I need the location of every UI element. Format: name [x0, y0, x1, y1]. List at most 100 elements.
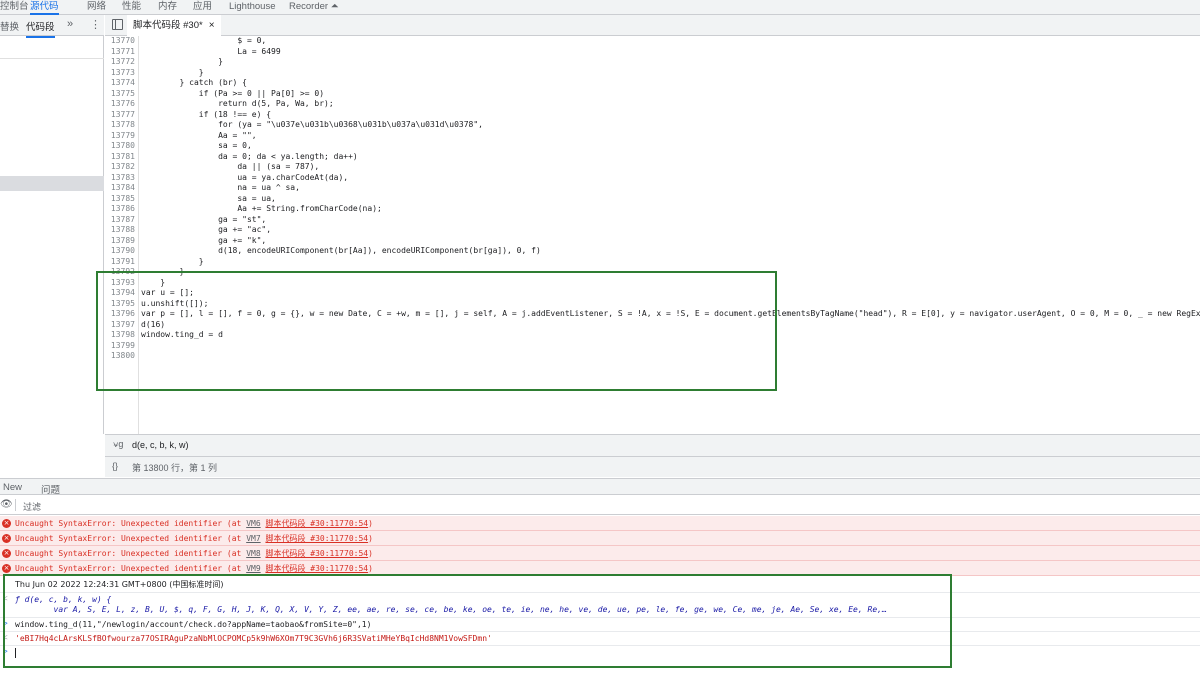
code-line[interactable]: da || (sa = 787),	[141, 162, 319, 173]
file-tab-label: 脚本代码段 #30*	[133, 20, 203, 31]
editor-tabs: 脚本代码段 #30* ×	[105, 15, 1200, 36]
code-line[interactable]: d(18, encodeURIComponent(br[Aa]), encode…	[141, 246, 541, 257]
tab-application[interactable]: 应用	[193, 0, 212, 15]
close-icon[interactable]: ×	[209, 20, 215, 31]
tab-console[interactable]: 控制台	[0, 0, 29, 15]
line-number[interactable]: 13770	[111, 36, 135, 47]
line-number[interactable]: 13783	[111, 173, 135, 184]
snippet-link[interactable]: 脚本代码段 #30:11770:54	[265, 534, 368, 543]
tab-issues[interactable]: 问题	[41, 482, 60, 496]
highlight-box-code	[96, 271, 777, 391]
console-error-message: × Uncaught SyntaxError: Unexpected ident…	[0, 531, 1200, 546]
pretty-print-icon[interactable]: {}	[112, 461, 118, 471]
error-icon: ×	[2, 519, 11, 528]
source-link[interactable]: VM7	[246, 534, 260, 543]
editor-file-tab[interactable]: 脚本代码段 #30* ×	[127, 15, 221, 36]
code-line[interactable]: }	[141, 257, 204, 268]
highlight-box-console	[3, 574, 952, 668]
code-line[interactable]: Aa += String.fromCharCode(na);	[141, 204, 382, 215]
error-text: Uncaught SyntaxError: Unexpected identif…	[15, 534, 247, 543]
code-line[interactable]: }	[141, 57, 223, 68]
code-line[interactable]: if (18 !== e) {	[141, 110, 271, 121]
selected-snippet-row[interactable]	[0, 176, 104, 191]
code-line[interactable]: ga += "ac",	[141, 225, 271, 236]
line-number[interactable]: 13785	[111, 194, 135, 205]
code-line[interactable]: ga += "k",	[141, 236, 266, 247]
more-tabs-icon[interactable]: »	[67, 18, 73, 30]
code-line[interactable]: $ = 0,	[141, 36, 266, 47]
devtools-panel-tabs: 控制台 源代码 网络 性能 内存 应用 Lighthouse Recorder …	[0, 0, 1200, 15]
line-number[interactable]: 13780	[111, 141, 135, 152]
line-number[interactable]: 13788	[111, 225, 135, 236]
code-line[interactable]: sa = ua,	[141, 194, 276, 205]
navigator-tabs: 替换 代码段 » ⋮	[0, 15, 104, 38]
line-number[interactable]: 13774	[111, 78, 135, 89]
search-query[interactable]: d(e, c, b, k, w)	[132, 440, 189, 450]
error-suffix: )	[368, 534, 373, 543]
line-number[interactable]: 13789	[111, 236, 135, 247]
line-number[interactable]: 13776	[111, 99, 135, 110]
snippet-link[interactable]: 脚本代码段 #30:11770:54	[265, 549, 368, 558]
tab-new[interactable]: New	[3, 482, 22, 493]
line-number[interactable]: 13786	[111, 204, 135, 215]
error-suffix: )	[368, 519, 373, 528]
line-number[interactable]: 13778	[111, 120, 135, 131]
code-line[interactable]: ga = "st",	[141, 215, 266, 226]
line-number[interactable]: 13781	[111, 152, 135, 163]
line-number[interactable]: 13775	[111, 89, 135, 100]
line-number[interactable]: 13773	[111, 68, 135, 79]
code-line[interactable]: ua = ya.charCodeAt(da),	[141, 173, 348, 184]
snippet-link[interactable]: 脚本代码段 #30:11770:54	[265, 564, 368, 573]
source-link[interactable]: VM6	[246, 519, 260, 528]
code-line[interactable]: } catch (br) {	[141, 78, 247, 89]
editor-search-bar: ⍱g d(e, c, b, k, w)	[105, 434, 1200, 456]
code-line[interactable]: return d(5, Pa, Wa, br);	[141, 99, 334, 110]
code-line[interactable]: for (ya = "\u037e\u031b\u0368\u031b\u037…	[141, 120, 483, 131]
tab-network[interactable]: 网络	[87, 0, 106, 15]
console-error-message: × Uncaught SyntaxError: Unexpected ident…	[0, 546, 1200, 561]
console-error-message: × Uncaught SyntaxError: Unexpected ident…	[0, 516, 1200, 531]
snippet-link[interactable]: 脚本代码段 #30:11770:54	[265, 519, 368, 528]
code-line[interactable]: sa = 0,	[141, 141, 252, 152]
source-link[interactable]: VM9	[246, 564, 260, 573]
code-line[interactable]: Aa = "",	[141, 131, 257, 142]
toggle-navigator-icon[interactable]	[112, 19, 123, 30]
tab-overrides[interactable]: 替换	[0, 19, 19, 33]
code-line[interactable]: na = ua ^ sa,	[141, 183, 300, 194]
source-link[interactable]: VM8	[246, 549, 260, 558]
tab-sources[interactable]: 源代码	[30, 0, 59, 15]
code-line[interactable]: }	[141, 68, 204, 79]
tab-snippets[interactable]: 代码段	[26, 19, 55, 38]
tab-performance[interactable]: 性能	[122, 0, 141, 15]
tab-memory[interactable]: 内存	[158, 0, 177, 15]
line-number[interactable]: 13772	[111, 57, 135, 68]
tab-recorder[interactable]: Recorder ⏶	[289, 0, 338, 15]
line-number[interactable]: 13791	[111, 257, 135, 268]
code-line[interactable]: if (Pa >= 0 || Pa[0] >= 0)	[141, 89, 324, 100]
regex-case-icon[interactable]: ⍱g	[113, 439, 123, 450]
error-text: Uncaught SyntaxError: Unexpected identif…	[15, 549, 247, 558]
error-text: Uncaught SyntaxError: Unexpected identif…	[15, 519, 247, 528]
divider	[0, 58, 104, 59]
error-text: Uncaught SyntaxError: Unexpected identif…	[15, 564, 247, 573]
line-number[interactable]: 13787	[111, 215, 135, 226]
line-number[interactable]: 13784	[111, 183, 135, 194]
code-line[interactable]: La = 6499	[141, 47, 280, 58]
error-suffix: )	[368, 564, 373, 573]
line-number[interactable]: 13779	[111, 131, 135, 142]
filter-input[interactable]: 过滤	[23, 500, 41, 513]
line-number[interactable]: 13777	[111, 110, 135, 121]
line-number[interactable]: 13771	[111, 47, 135, 58]
navigator-menu-icon[interactable]: ⋮	[90, 18, 101, 31]
eye-icon[interactable]: 👁	[0, 499, 13, 510]
cursor-position: 第 13800 行，第 1 列	[132, 463, 218, 473]
error-icon: ×	[2, 564, 11, 573]
error-icon: ×	[2, 534, 11, 543]
line-number[interactable]: 13782	[111, 162, 135, 173]
divider	[15, 499, 16, 511]
error-icon: ×	[2, 549, 11, 558]
tab-lighthouse[interactable]: Lighthouse	[229, 0, 275, 15]
sources-navigator: 替换 代码段 » ⋮	[0, 15, 104, 434]
code-line[interactable]: da = 0; da < ya.length; da++)	[141, 152, 358, 163]
line-number[interactable]: 13790	[111, 246, 135, 257]
